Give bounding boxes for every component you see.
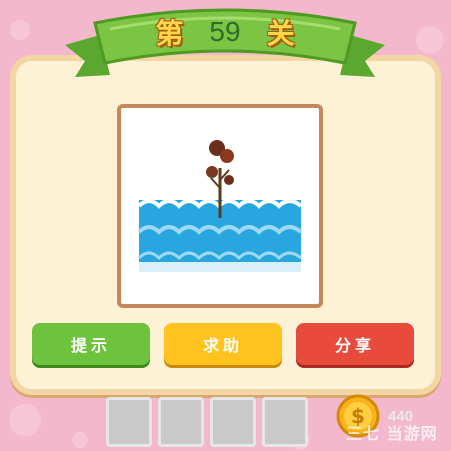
puzzle-illustration [137, 140, 303, 272]
level-prefix: 第 [155, 17, 184, 50]
level-suffix: 关 [266, 17, 295, 50]
level-title: 第 59 关 [55, 12, 395, 52]
puzzle-picture [117, 104, 323, 308]
watermark: 三七 当游网 [346, 424, 438, 443]
answer-slot-4[interactable] [262, 397, 308, 447]
hint-button[interactable]: 提示 [32, 323, 150, 365]
answer-slot-2[interactable] [158, 397, 204, 447]
level-number: 59 [209, 16, 241, 47]
share-button[interactable]: 分享 [296, 323, 414, 365]
answer-slot-3[interactable] [210, 397, 256, 447]
answer-slot-1[interactable] [106, 397, 152, 447]
help-button[interactable]: 求助 [164, 323, 282, 365]
